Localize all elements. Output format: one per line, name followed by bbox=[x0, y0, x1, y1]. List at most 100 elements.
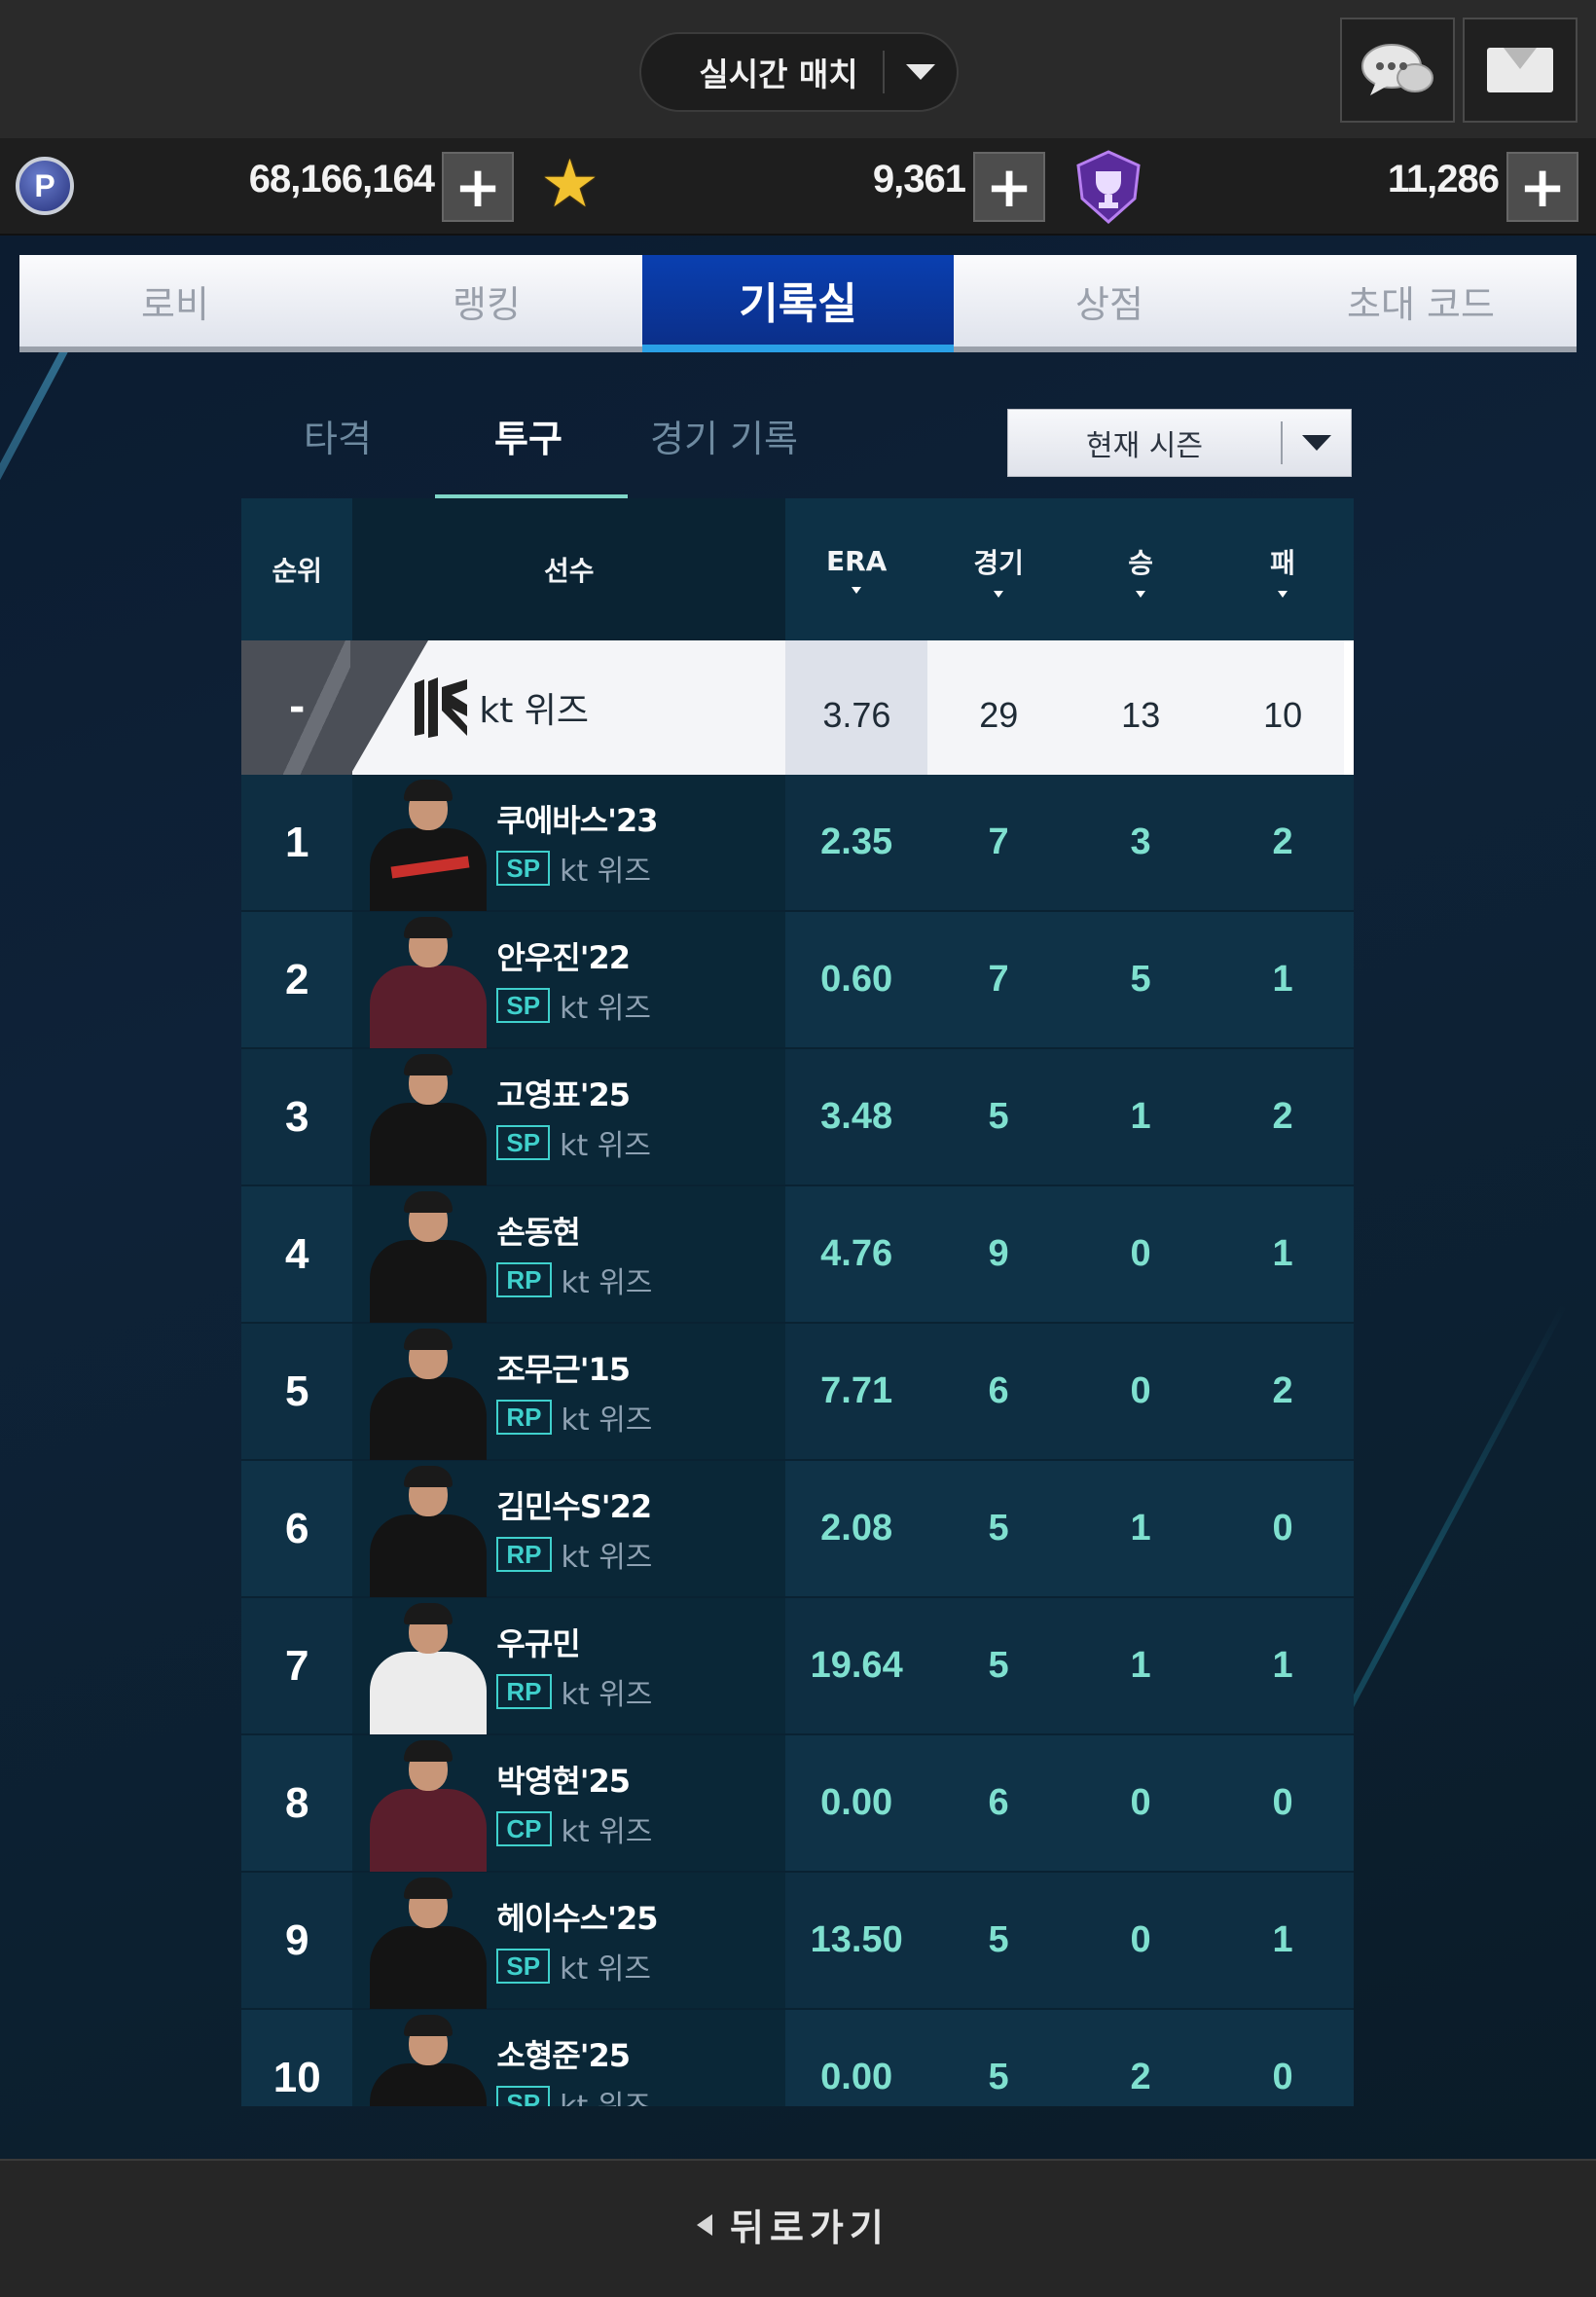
row-rank: 3 bbox=[284, 1092, 309, 1141]
row-era: 13.50 bbox=[810, 1919, 903, 1960]
row-era: 0.00 bbox=[820, 1782, 893, 1823]
player-name: 손동현 bbox=[496, 1213, 580, 1251]
position-badge: SP bbox=[496, 850, 551, 886]
row-player: 헤이수스'25 SP kt 위즈 bbox=[352, 1873, 786, 2009]
player-rows: 1 쿠에바스'23 SP kt 위즈 2.35 7 3 2 2 안우진'22 S… bbox=[241, 775, 1354, 2106]
add-stars-button[interactable]: + bbox=[973, 152, 1045, 222]
subtab-game-records[interactable]: 경기 기록 bbox=[650, 409, 798, 462]
row-era: 4.76 bbox=[820, 1233, 893, 1274]
table-row[interactable]: 2 안우진'22 SP kt 위즈 0.60 7 5 1 bbox=[241, 912, 1354, 1049]
row-wins: 2 bbox=[1130, 2057, 1151, 2097]
envelope-icon bbox=[1487, 48, 1553, 92]
position-badge: SP bbox=[496, 987, 551, 1023]
add-points-button[interactable]: + bbox=[442, 152, 514, 222]
bottom-bar: 뒤로가기 bbox=[0, 2159, 1596, 2297]
player-team: kt 위즈 bbox=[561, 1540, 653, 1575]
row-losses: 1 bbox=[1272, 959, 1293, 1000]
team-losses: 10 bbox=[1263, 695, 1303, 735]
header-games[interactable]: 경기 bbox=[927, 498, 1070, 640]
table-row[interactable]: 3 고영표'25 SP kt 위즈 3.48 5 1 2 bbox=[241, 1049, 1354, 1186]
table-row[interactable]: 9 헤이수스'25 SP kt 위즈 13.50 5 0 1 bbox=[241, 1873, 1354, 2010]
trophy-badge-icon bbox=[1076, 150, 1141, 224]
row-rank: 8 bbox=[284, 1778, 309, 1827]
table-row[interactable]: 5 조무근'15 RP kt 위즈 7.71 6 0 2 bbox=[241, 1324, 1354, 1461]
row-era: 19.64 bbox=[810, 1645, 903, 1686]
player-name: 고영표'25 bbox=[496, 1076, 631, 1113]
chat-button[interactable] bbox=[1340, 18, 1455, 123]
team-name: kt 위즈 bbox=[479, 691, 589, 731]
main-tabs: 로비 랭킹 기록실 상점 초대 코드 bbox=[19, 255, 1577, 352]
position-badge: CP bbox=[496, 1810, 552, 1846]
player-name: 김민수S'22 bbox=[496, 1487, 652, 1525]
subtab-pitching[interactable]: 투구 bbox=[494, 409, 562, 462]
match-mode-dropdown[interactable]: 실시간 매치 bbox=[639, 32, 959, 112]
row-wins: 1 bbox=[1130, 1096, 1151, 1137]
row-player: 손동현 RP kt 위즈 bbox=[352, 1186, 786, 1323]
header-wins[interactable]: 승 bbox=[1070, 498, 1212, 640]
player-avatar bbox=[352, 1597, 498, 1734]
tab-ranking[interactable]: 랭킹 bbox=[331, 255, 642, 346]
team-wins: 13 bbox=[1121, 695, 1161, 735]
row-player: 안우진'22 SP kt 위즈 bbox=[352, 912, 786, 1048]
player-team: kt 위즈 bbox=[560, 1128, 651, 1163]
row-player: 박영현'25 CP kt 위즈 bbox=[352, 1735, 786, 1872]
row-losses: 0 bbox=[1272, 1508, 1293, 1549]
tab-records[interactable]: 기록실 bbox=[642, 255, 954, 352]
row-games: 6 bbox=[988, 1782, 1009, 1823]
player-team: kt 위즈 bbox=[560, 991, 651, 1026]
tab-shop[interactable]: 상점 bbox=[954, 255, 1265, 346]
row-wins: 0 bbox=[1130, 1370, 1151, 1411]
row-games: 5 bbox=[988, 1919, 1009, 1960]
team-era: 3.76 bbox=[785, 640, 928, 775]
pitching-stats-table: 순위 선수 ERA 경기 승 패 - kt 위즈 3.76 29 13 10 1 bbox=[241, 498, 1354, 2106]
chevron-down-icon bbox=[1283, 435, 1351, 451]
header-era[interactable]: ERA bbox=[785, 498, 927, 640]
table-row[interactable]: 4 손동현 RP kt 위즈 4.76 9 0 1 bbox=[241, 1186, 1354, 1324]
player-name: 헤이수스'25 bbox=[496, 1899, 658, 1937]
row-player: 소형준'25 SP kt 위즈 bbox=[352, 2010, 786, 2107]
row-wins: 1 bbox=[1130, 1508, 1151, 1549]
row-games: 5 bbox=[988, 1645, 1009, 1686]
season-dropdown[interactable]: 현재 시즌 bbox=[1007, 409, 1352, 477]
player-team: kt 위즈 bbox=[560, 854, 651, 889]
back-button[interactable]: 뒤로가기 bbox=[697, 2198, 889, 2251]
sort-icon bbox=[994, 590, 1004, 598]
row-games: 5 bbox=[988, 1096, 1009, 1137]
subtab-batting[interactable]: 타격 bbox=[304, 409, 372, 462]
table-header: 순위 선수 ERA 경기 승 패 bbox=[241, 498, 1354, 640]
row-era: 2.08 bbox=[820, 1508, 893, 1549]
player-name: 조무근'15 bbox=[496, 1350, 631, 1388]
tab-lobby[interactable]: 로비 bbox=[19, 255, 331, 346]
sort-icon bbox=[1136, 590, 1146, 598]
top-bar: 실시간 매치 bbox=[0, 0, 1596, 138]
row-losses: 0 bbox=[1272, 1782, 1293, 1823]
tab-invite-code[interactable]: 초대 코드 bbox=[1265, 255, 1577, 346]
row-rank: 1 bbox=[284, 818, 309, 866]
row-games: 7 bbox=[988, 821, 1009, 862]
chat-bubbles-icon bbox=[1361, 44, 1433, 95]
player-name: 소형준'25 bbox=[496, 2036, 631, 2074]
player-team: kt 위즈 bbox=[560, 2089, 651, 2107]
back-label: 뒤로가기 bbox=[730, 2206, 889, 2249]
player-team: kt 위즈 bbox=[560, 1951, 651, 1987]
position-badge: SP bbox=[496, 1948, 551, 1984]
table-row[interactable]: 8 박영현'25 CP kt 위즈 0.00 6 0 0 bbox=[241, 1735, 1354, 1873]
mail-button[interactable] bbox=[1463, 18, 1578, 123]
player-avatar bbox=[352, 1048, 498, 1185]
position-badge: RP bbox=[496, 1261, 552, 1297]
row-player: 우규민 RP kt 위즈 bbox=[352, 1597, 786, 1734]
row-losses: 0 bbox=[1272, 2057, 1293, 2097]
row-player: 쿠에바스'23 SP kt 위즈 bbox=[352, 775, 786, 911]
row-wins: 0 bbox=[1130, 1919, 1151, 1960]
table-row[interactable]: 7 우규민 RP kt 위즈 19.64 5 1 1 bbox=[241, 1598, 1354, 1735]
header-losses[interactable]: 패 bbox=[1212, 498, 1354, 640]
table-row[interactable]: 1 쿠에바스'23 SP kt 위즈 2.35 7 3 2 bbox=[241, 775, 1354, 912]
currency-bar: P 68,166,164 + ★ 9,361 + 11,286 + bbox=[0, 138, 1596, 236]
add-trophy-button[interactable]: + bbox=[1506, 152, 1578, 222]
header-rank: 순위 bbox=[272, 555, 322, 587]
table-row[interactable]: 6 김민수S'22 RP kt 위즈 2.08 5 1 0 bbox=[241, 1461, 1354, 1598]
row-rank: 10 bbox=[272, 2053, 321, 2101]
player-team: kt 위즈 bbox=[561, 1677, 653, 1712]
table-row[interactable]: 10 소형준'25 SP kt 위즈 0.00 5 2 0 bbox=[241, 2010, 1354, 2106]
season-value: 현재 시즌 bbox=[1086, 429, 1203, 463]
